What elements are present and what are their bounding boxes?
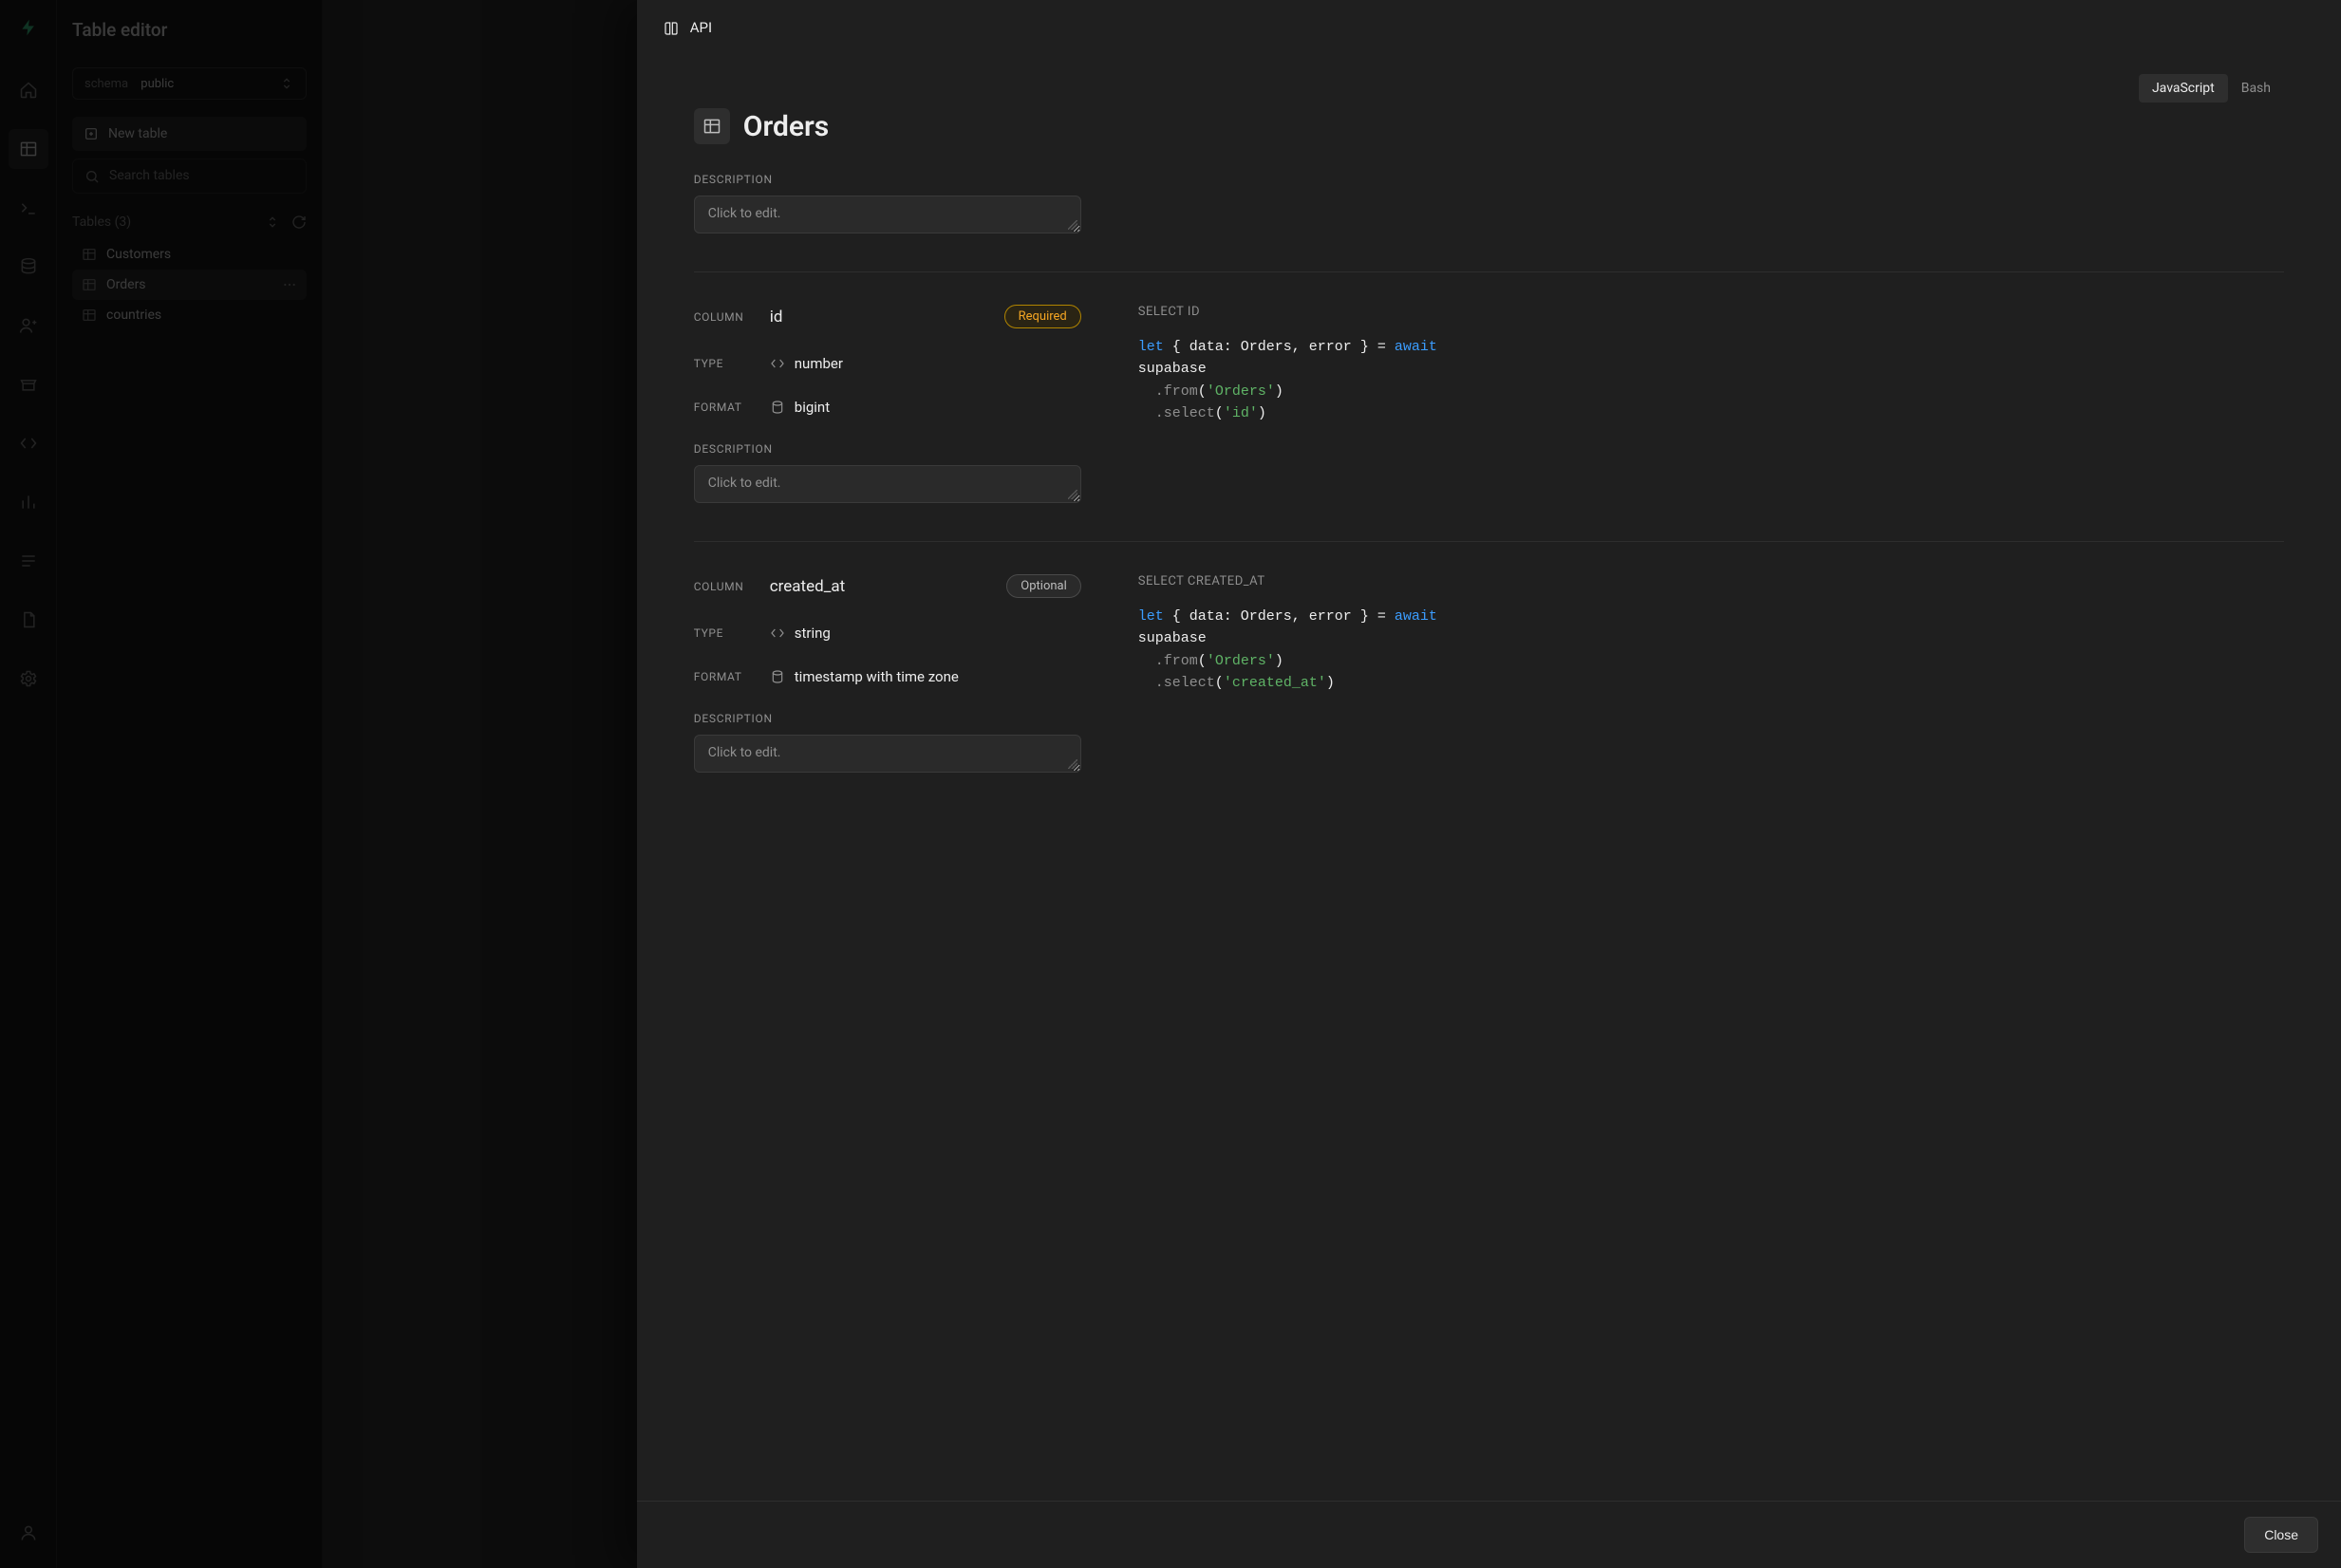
close-button[interactable]: Close	[2244, 1517, 2318, 1553]
code-snippet[interactable]: let { data: Orders, error } = await supa…	[1138, 606, 2284, 694]
optional-badge: Optional	[1006, 574, 1080, 598]
column-label: COLUMN	[694, 310, 770, 324]
table-icon	[694, 108, 730, 144]
book-icon	[664, 19, 679, 36]
format-label: FORMAT	[694, 670, 770, 683]
tab-javascript[interactable]: JavaScript	[2139, 74, 2228, 103]
format-value: bigint	[795, 399, 830, 416]
tab-bash[interactable]: Bash	[2228, 74, 2284, 103]
code-icon	[770, 625, 785, 641]
panel-header: API	[637, 0, 2341, 55]
code-title: SELECT ID	[1138, 305, 2284, 319]
col-description-label: DESCRIPTION	[694, 442, 1081, 456]
code-icon	[770, 356, 785, 371]
type-value: number	[795, 355, 843, 372]
format-value: timestamp with time zone	[795, 668, 959, 685]
database-icon	[770, 669, 785, 684]
divider	[694, 541, 2284, 542]
column-label: COLUMN	[694, 580, 770, 593]
table-description-input[interactable]: Click to edit.	[694, 196, 1081, 233]
required-badge: Required	[1004, 305, 1081, 328]
code-title: SELECT CREATED_AT	[1138, 574, 2284, 588]
column-description-input[interactable]: Click to edit.	[694, 465, 1081, 503]
col-description-label: DESCRIPTION	[694, 712, 1081, 725]
type-label: TYPE	[694, 626, 770, 640]
type-label: TYPE	[694, 357, 770, 370]
type-value: string	[795, 625, 831, 642]
column-name: created_at	[770, 577, 845, 596]
description-label: DESCRIPTION	[694, 173, 2284, 186]
column-description-input[interactable]: Click to edit.	[694, 735, 1081, 773]
panel-table-name: Orders	[743, 110, 829, 143]
panel-header-label: API	[690, 19, 712, 36]
divider	[694, 271, 2284, 272]
database-icon	[770, 400, 785, 415]
language-tabs: JavaScript Bash	[694, 74, 2284, 103]
api-panel: API JavaScript Bash Orders DESCRIPTION C…	[637, 0, 2341, 1568]
format-label: FORMAT	[694, 401, 770, 414]
column-name: id	[770, 308, 783, 327]
code-snippet[interactable]: let { data: Orders, error } = await supa…	[1138, 336, 2284, 424]
